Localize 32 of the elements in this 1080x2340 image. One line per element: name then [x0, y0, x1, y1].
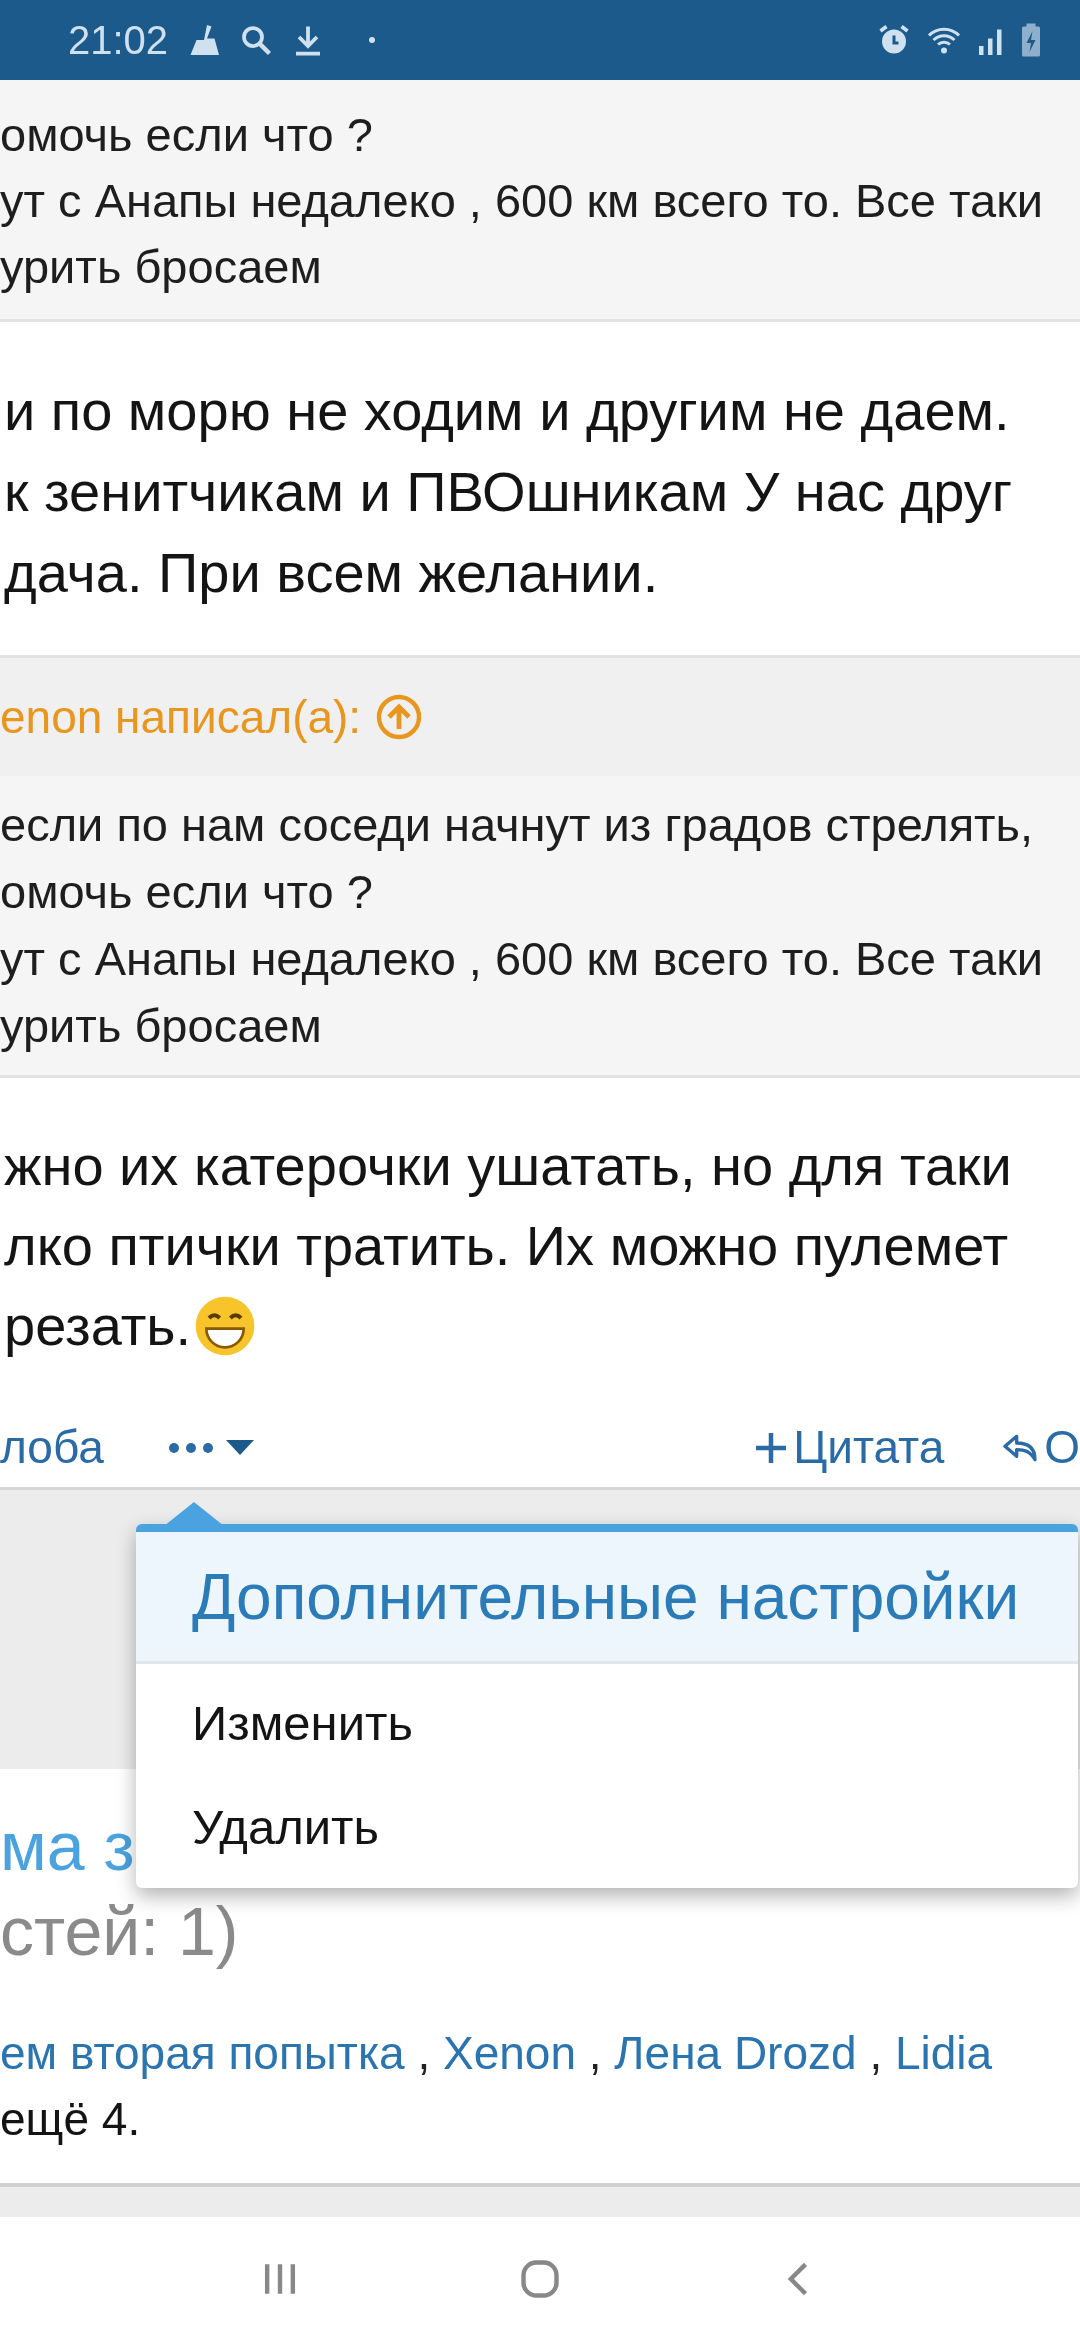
user-link[interactable]: Лена Drozd [614, 2027, 857, 2079]
clock-text: 21:02 [68, 17, 169, 64]
quote-line: омочь если что ? [0, 864, 374, 920]
participants-line: ем вторая попытка , Xenon , Лена Drozd , Lidia [0, 2026, 994, 2081]
user-link[interactable]: Lidia [894, 2027, 993, 2079]
post-line: жно их катерочки ушатать, но для таки [4, 1133, 1012, 1199]
user-link[interactable]: ем вторая попытка [0, 2027, 405, 2079]
quote-line: омочь если что ? [0, 107, 374, 163]
quote-line: урить бросаем [0, 239, 323, 295]
quote-line: ут с Анапы недалеко , 600 км всего то. Все таки [0, 173, 1045, 229]
menu-title: Дополнительные настройки [192, 1559, 1020, 1635]
quote-link[interactable]: Цитата [753, 1413, 945, 1482]
report-link[interactable]: лоба [0, 1413, 104, 1482]
more-users-text: ещё 4. [0, 2092, 141, 2147]
quote-line: если по нам соседи начнут из градов стрелять, [0, 797, 1035, 853]
post-line: и по морю не ходим и другим не даем. [4, 378, 1011, 444]
post-line: лко птички тратить. Их можно пулемет [4, 1213, 1009, 1279]
post-line: резать. [4, 1293, 192, 1359]
battery-icon [1020, 22, 1042, 58]
thread-title[interactable]: ма з [0, 1806, 135, 1886]
post-line: дача. При всем желании. [4, 540, 660, 606]
arrow-up-icon [375, 693, 424, 741]
reply-count: стей: 1) [0, 1892, 239, 1971]
quote-line: урить бросаем [0, 998, 323, 1054]
reply-link[interactable]: О [1000, 1413, 1080, 1482]
caret-icon [225, 1439, 254, 1456]
post-line: к зенитчикам и ПВОшникам У нас друг [4, 459, 1014, 525]
menu-item[interactable]: Изменить [136, 1672, 1078, 1776]
user-link[interactable]: Xenon [443, 2027, 576, 2079]
quote-line: ут с Анапы недалеко , 600 км всего то. Все таки [0, 931, 1045, 987]
menu-item[interactable]: Удалить [136, 1776, 1078, 1880]
dots-icon [167, 1441, 214, 1454]
